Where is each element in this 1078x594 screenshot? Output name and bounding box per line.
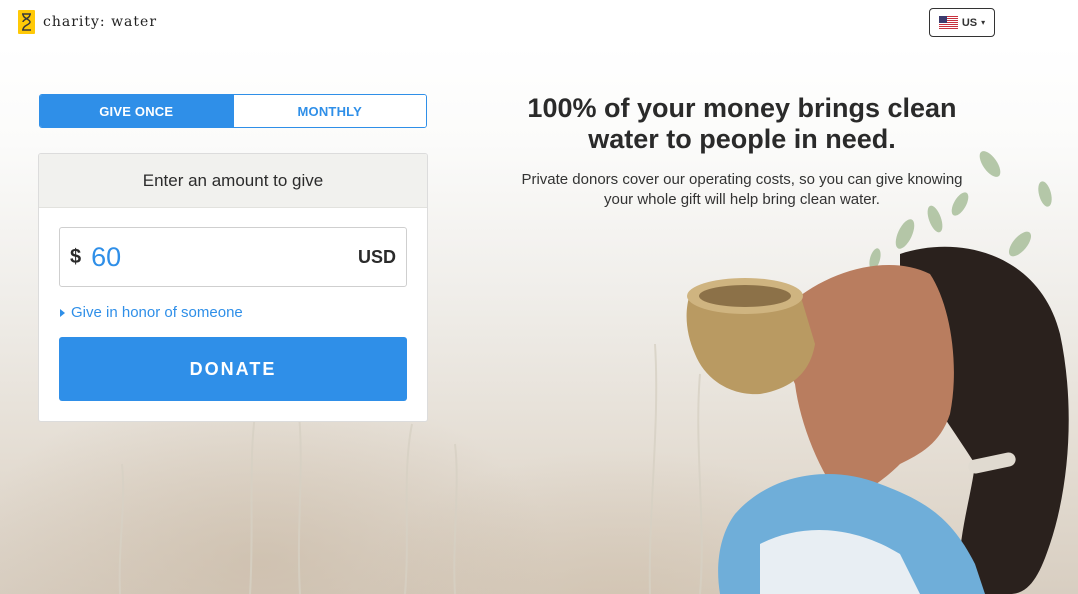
give-in-honor-link[interactable]: Give in honor of someone: [60, 304, 243, 321]
caret-right-icon: [60, 308, 65, 317]
logo[interactable]: charity: water: [18, 10, 157, 34]
tab-monthly[interactable]: MONTHLY: [232, 95, 426, 127]
logo-text: charity: water: [43, 14, 158, 30]
hero-subtext: Private donors cover our operating costs…: [521, 171, 963, 208]
site-header: charity: water US ▾: [0, 0, 1078, 44]
give-in-honor-label: Give in honor of someone: [71, 304, 243, 321]
currency-symbol: $: [70, 245, 82, 268]
amount-input[interactable]: $ 60 USD: [59, 227, 407, 287]
caret-down-icon: ▾: [981, 18, 986, 27]
country-code: US: [961, 16, 978, 29]
donation-card: Enter an amount to give $ 60 USD Give in…: [38, 153, 428, 422]
currency-code: USD: [357, 246, 396, 267]
country-selector-button[interactable]: US ▾: [929, 8, 995, 37]
hero-headline: 100% of your money brings clean water to…: [527, 93, 957, 154]
amount-value[interactable]: 60: [91, 242, 358, 273]
card-title: Enter an amount to give: [39, 154, 427, 208]
jerry-can-icon: [18, 10, 35, 34]
frequency-toggle: GIVE ONCE MONTHLY: [39, 94, 427, 128]
tab-give-once[interactable]: GIVE ONCE: [40, 95, 233, 127]
us-flag-icon: [938, 16, 958, 29]
donate-button[interactable]: DONATE: [59, 337, 407, 401]
